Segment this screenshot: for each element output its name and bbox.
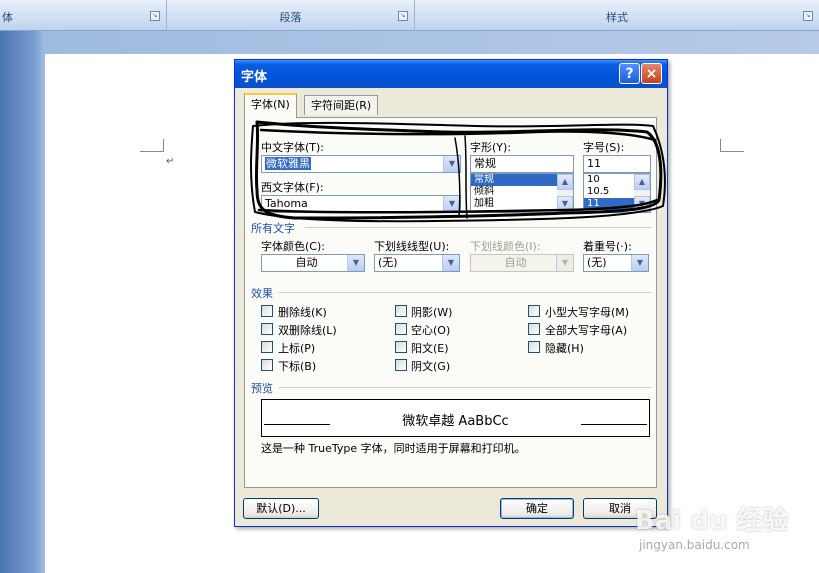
checkbox[interactable] [395,323,407,335]
emphasis-mark-select[interactable]: (无) ▼ [583,254,649,272]
crop-mark-right [720,139,744,152]
font-style-input[interactable]: 常规 [470,155,574,173]
ok-button[interactable]: 确定 [500,498,574,519]
effect-label: 双删除线(L) [278,324,337,337]
effect-label: 阳文(E) [411,342,449,355]
section-divider [305,227,651,228]
underline-color-select: 自动 ▼ [470,254,574,272]
crop-mark-left [140,139,164,152]
chevron-down-icon[interactable]: ▼ [443,156,460,172]
styles-dialog-launcher-icon[interactable]: ↘ [803,11,813,21]
effect-label: 下标(B) [278,360,317,373]
chevron-down-icon[interactable]: ▼ [631,255,648,271]
western-font-label: 西文字体(F): [261,181,324,194]
tab-font[interactable]: 字体(N) [244,93,297,118]
underline-color-value: 自动 [504,256,527,269]
emphasis-mark-label: 着重号(·): [583,240,632,253]
checkbox[interactable] [261,323,273,335]
preview-note: 这是一种 TrueType 字体，同时适用于屏幕和打印机。 [261,442,526,455]
western-font-select[interactable]: Tahoma ▼ [261,195,461,213]
checkbox[interactable] [395,341,407,353]
checkbox[interactable] [395,305,407,317]
baidu-jingyan-watermark: Bai du 经验 jingyan.baidu.com [635,490,815,570]
ribbon: 体 ↘ 段落 ↘ 样式 ↘ [0,0,819,31]
font-color-select[interactable]: 自动 ▼ [261,254,365,272]
preview-section-label: 预览 [251,382,273,395]
western-font-value: Tahoma [265,197,308,210]
checkbox[interactable] [261,305,273,317]
chevron-down-icon: ▼ [556,255,573,271]
section-divider [279,292,651,293]
font-color-label: 字体颜色(C): [261,240,325,253]
set-default-button[interactable]: 默认(D)... [243,498,319,519]
chevron-down-icon[interactable]: ▼ [634,196,650,212]
chinese-font-label: 中文字体(T): [261,141,325,154]
checkbox[interactable] [261,341,273,353]
checkbox[interactable] [528,323,540,335]
scrollbar[interactable]: ▲ ▼ [634,174,650,212]
underline-style-select[interactable]: (无) ▼ [374,254,460,272]
effect-label: 全部大写字母(A) [545,324,628,337]
effect-label: 空心(O) [411,324,451,337]
emphasis-mark-value: (无) [587,256,607,269]
ribbon-group-paragraph-label: 段落 [279,11,302,24]
font-color-value: 自动 [295,256,318,269]
effect-label: 隐藏(H) [545,342,584,355]
chevron-down-icon[interactable]: ▼ [557,196,573,212]
font-style-list[interactable]: 常规 倾斜 加粗 ▲ ▼ [470,173,574,213]
checkbox[interactable] [395,359,407,371]
paragraph-mark: ↵ [166,156,175,167]
ribbon-group-paragraph: 段落 ↘ [167,0,415,30]
scrollbar[interactable]: ▲ ▼ [557,174,573,212]
tab-character-spacing[interactable]: 字符间距(R) [304,95,379,115]
chevron-down-icon[interactable]: ▼ [347,255,364,271]
chevron-down-icon[interactable]: ▼ [443,196,460,212]
preview-text: 微软卓越 AaBbCc [402,414,509,429]
checkbox[interactable] [528,305,540,317]
underline-style-value: (无) [378,256,398,269]
chevron-down-icon[interactable]: ▼ [442,255,459,271]
font-size-label: 字号(S): [583,141,625,154]
ribbon-group-font-label: 体 [2,11,13,24]
font-size-list[interactable]: 10 10.5 11 ▲ ▼ [583,173,651,213]
font-dialog: 字体 ? × 字体(N) 字符间距(R) 中文字体(T): 微软雅黑 ▼ 西文字… [234,59,668,527]
chinese-font-value: 微软雅黑 [265,157,311,170]
help-button[interactable]: ? [619,63,640,84]
watermark-url: jingyan.baidu.com [639,538,750,552]
watermark-logo: Bai du 经验 [635,506,789,536]
effects-section-label: 效果 [251,287,273,300]
effect-label: 上标(P) [278,342,316,355]
underline-style-label: 下划线线型(U): [374,240,450,253]
effect-label: 删除线(K) [278,306,327,319]
font-size-input[interactable]: 11 [583,155,651,173]
effect-label: 阴影(W) [411,306,453,319]
ribbon-group-styles: 样式 ↘ [415,0,819,30]
preview-box: 微软卓越 AaBbCc [261,399,650,437]
effect-label: 小型大写字母(M) [545,306,630,319]
ribbon-group-styles-label: 样式 [606,11,628,24]
paragraph-dialog-launcher-icon[interactable]: ↘ [398,11,408,21]
font-style-label: 字形(Y): [470,141,512,154]
underline-color-label: 下划线颜色(I): [470,240,541,253]
checkbox[interactable] [261,359,273,371]
section-divider [279,387,651,388]
all-text-section-label: 所有文字 [251,222,295,235]
ribbon-group-font: 体 ↘ [0,0,167,30]
chevron-up-icon[interactable]: ▲ [557,174,573,190]
effect-label: 阴文(G) [411,360,451,373]
dialog-title: 字体 [241,70,268,85]
chevron-up-icon[interactable]: ▲ [634,174,650,190]
font-dialog-launcher-icon[interactable]: ↘ [150,11,160,21]
chinese-font-select[interactable]: 微软雅黑 ▼ [261,155,461,173]
dialog-titlebar[interactable]: 字体 ? × [235,60,667,88]
checkbox[interactable] [528,341,540,353]
close-button[interactable]: × [641,63,662,84]
